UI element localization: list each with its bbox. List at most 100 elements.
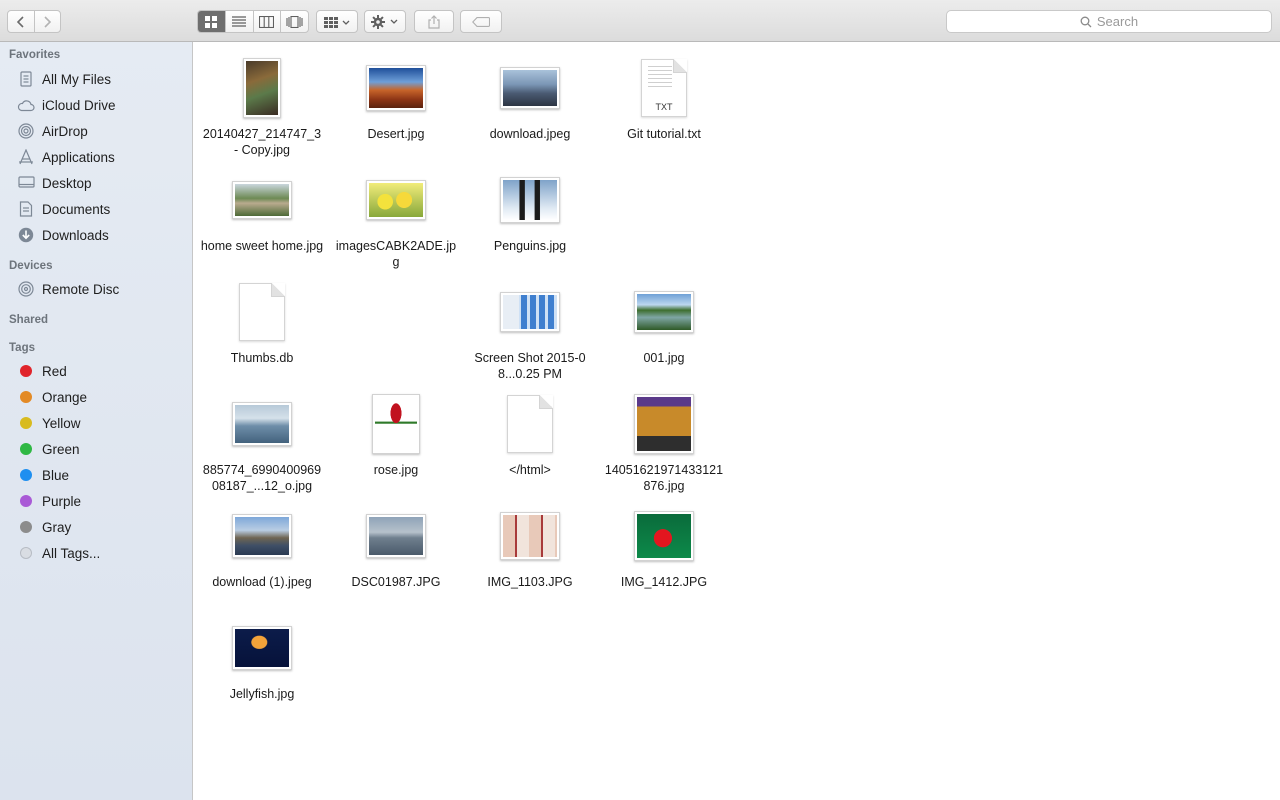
sidebar-item-desktop[interactable]: Desktop xyxy=(0,171,192,195)
search-placeholder: Search xyxy=(1096,14,1139,29)
tag-icon xyxy=(472,16,490,27)
file-thumbnail-area xyxy=(334,504,458,568)
photo-flag-icon xyxy=(634,511,694,561)
back-button[interactable] xyxy=(8,11,34,32)
photo-river-icon xyxy=(634,291,694,333)
file-item[interactable]: 20140427_214747_3 - Copy.jpg xyxy=(200,48,324,157)
document-icon xyxy=(17,200,35,218)
favorites-header: Favorites xyxy=(9,49,61,61)
sidebar-item-label: All My Files xyxy=(42,71,112,87)
file-item[interactable]: rose.jpg xyxy=(334,384,458,490)
grid-icon xyxy=(205,15,218,28)
desktop-icon xyxy=(17,174,35,192)
forward-button[interactable] xyxy=(33,11,61,32)
sidebar-tag-orange[interactable]: Orange xyxy=(0,385,192,409)
sidebar-item-label: Desktop xyxy=(42,175,92,191)
sidebar-item-airdrop[interactable]: AirDrop xyxy=(0,119,192,143)
file-thumbnail-area xyxy=(468,280,592,344)
file-item[interactable]: DSC01987.JPG xyxy=(334,496,458,602)
all-files-icon xyxy=(17,70,35,88)
file-item[interactable]: </html> xyxy=(468,384,592,490)
file-name: Screen Shot 2015-08...0.25 PM xyxy=(474,351,586,381)
sidebar-item-all-my-files[interactable]: All My Files xyxy=(0,67,192,91)
photo-city-icon xyxy=(500,67,560,109)
download-icon xyxy=(17,226,35,244)
sidebar-tag-blue[interactable]: Blue xyxy=(0,463,192,487)
file-item[interactable]: 001.jpg xyxy=(602,272,726,378)
photo-sea-icon xyxy=(232,402,292,446)
cover-flow-icon xyxy=(286,15,303,28)
file-thumbnail-area xyxy=(200,392,324,456)
search-field[interactable]: Search xyxy=(946,10,1272,33)
file-item[interactable]: imagesCABK2ADE.jpg xyxy=(334,160,458,269)
shared-header: Shared xyxy=(9,314,48,326)
sidebar-tag-all-tags[interactable]: All Tags... xyxy=(0,541,192,565)
file-item[interactable]: Desert.jpg xyxy=(334,48,458,154)
sidebar-tag-gray[interactable]: Gray xyxy=(0,515,192,539)
sidebar-tag-label: Gray xyxy=(42,519,72,535)
file-item[interactable]: IMG_1412.JPG xyxy=(602,496,726,602)
sidebar-item-label: Downloads xyxy=(42,227,109,243)
file-name: 885774_699040096908187_...12_o.jpg xyxy=(202,463,322,493)
file-name: Thumbs.db xyxy=(230,351,294,365)
sidebar-item-downloads[interactable]: Downloads xyxy=(0,223,192,247)
disc-icon xyxy=(17,280,35,298)
arrange-button[interactable] xyxy=(316,10,358,33)
sidebar-tag-purple[interactable]: Purple xyxy=(0,489,192,513)
sidebar-tag-green[interactable]: Green xyxy=(0,437,192,461)
file-thumbnail-area xyxy=(602,392,726,456)
blank-file-icon xyxy=(507,395,553,453)
sidebar-tag-label: Purple xyxy=(42,493,82,509)
sidebar-item-icloud-drive[interactable]: iCloud Drive xyxy=(0,93,192,117)
photo-rose-icon xyxy=(372,394,420,454)
file-item[interactable]: download (1).jpeg xyxy=(200,496,324,602)
photo-house-icon xyxy=(232,181,292,219)
file-thumbnail-area xyxy=(468,56,592,120)
column-view-button[interactable] xyxy=(252,11,281,32)
file-name: rose.jpg xyxy=(373,463,419,477)
file-item[interactable]: Thumbs.db xyxy=(200,272,324,378)
chevron-left-icon xyxy=(16,15,24,28)
cloud-icon xyxy=(17,96,35,114)
devices-header: Devices xyxy=(9,260,53,272)
sidebar-item-applications[interactable]: Applications xyxy=(0,145,192,169)
sidebar-tag-label: Green xyxy=(42,441,80,457)
sidebar-tag-yellow[interactable]: Yellow xyxy=(0,411,192,435)
sidebar-tag-label: Yellow xyxy=(42,415,81,431)
icon-view-button[interactable] xyxy=(198,11,225,32)
sidebar-tag-red[interactable]: Red xyxy=(0,359,192,383)
file-item[interactable]: home sweet home.jpg xyxy=(200,160,324,266)
navigation-buttons xyxy=(7,10,61,33)
cover-flow-button[interactable] xyxy=(280,11,308,32)
sidebar-item-documents[interactable]: Documents xyxy=(0,197,192,221)
edit-tags-button[interactable] xyxy=(460,10,502,33)
file-item[interactable]: Jellyfish.jpg xyxy=(200,608,324,714)
file-name: imagesCABK2ADE.jpg xyxy=(335,239,457,269)
file-name: Penguins.jpg xyxy=(493,239,567,253)
tag-color-dot-icon xyxy=(20,443,32,455)
file-item[interactable]: TXT Git tutorial.txt xyxy=(602,48,726,154)
file-name: 001.jpg xyxy=(643,351,685,365)
file-item[interactable]: Penguins.jpg xyxy=(468,160,592,266)
view-mode-selector xyxy=(197,10,309,33)
file-item[interactable]: download.jpeg xyxy=(468,48,592,154)
file-name: download (1).jpeg xyxy=(212,575,312,589)
file-thumbnail-area xyxy=(334,392,458,456)
file-item[interactable]: IMG_1103.JPG xyxy=(468,496,592,602)
file-name: Jellyfish.jpg xyxy=(229,687,295,701)
applications-icon xyxy=(17,148,35,166)
share-button[interactable] xyxy=(414,10,454,33)
list-view-button[interactable] xyxy=(224,11,253,32)
file-name: DSC01987.JPG xyxy=(351,575,441,589)
photo-desert-icon xyxy=(366,65,426,111)
file-item[interactable]: 885774_699040096908187_...12_o.jpg xyxy=(200,384,324,493)
photo-bridge-icon xyxy=(232,514,292,558)
tag-color-dot-icon xyxy=(20,365,32,377)
file-item[interactable]: Screen Shot 2015-08...0.25 PM xyxy=(468,272,592,381)
file-thumbnail-area xyxy=(200,616,324,680)
file-item[interactable]: 14051621971433121876.jpg xyxy=(602,384,726,493)
photo-lake-icon xyxy=(366,514,426,558)
action-button[interactable] xyxy=(364,10,406,33)
sidebar-item-remote-disc[interactable]: Remote Disc xyxy=(0,277,192,301)
file-extension-label: TXT xyxy=(655,102,673,112)
